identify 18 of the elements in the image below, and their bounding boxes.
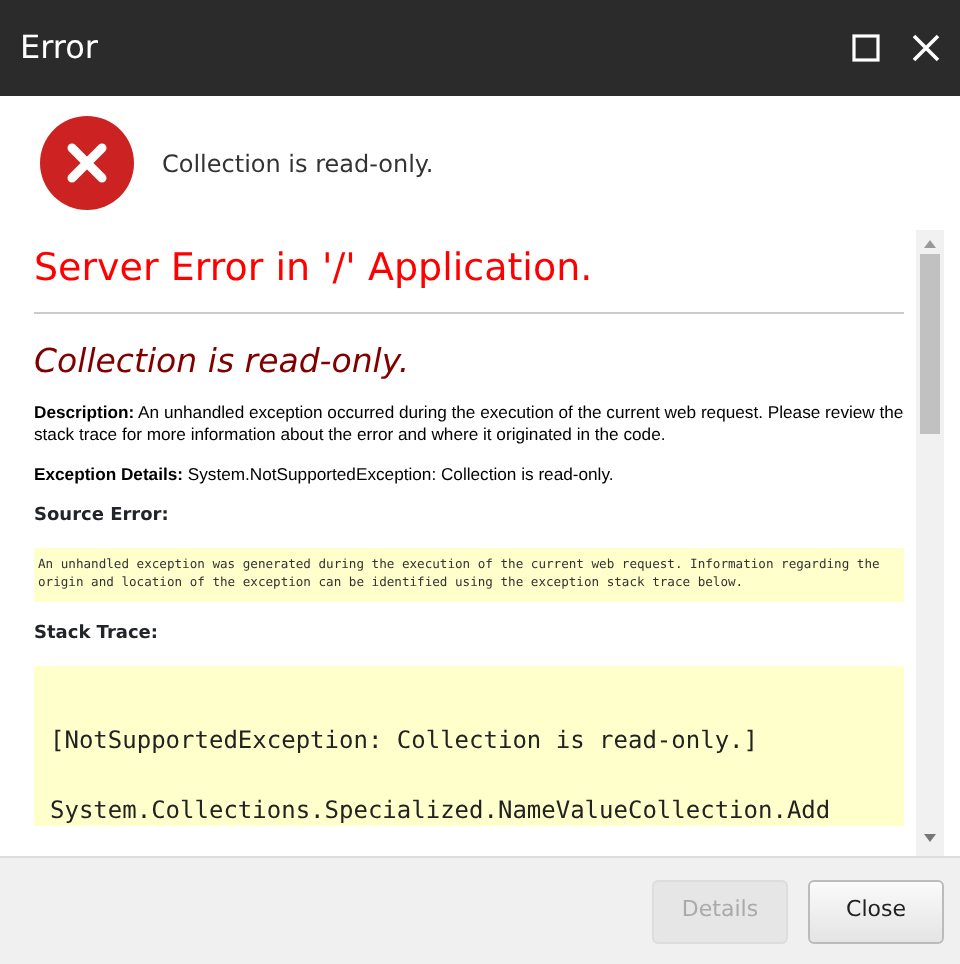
scrollbar[interactable]: [916, 230, 944, 856]
maximize-button[interactable]: [852, 34, 880, 62]
error-paragraph: Description: An unhandled exception occurred during the execution of the current web request. Please review the stack trace for more information about the error and where it originated in the code.: [34, 401, 904, 446]
stack-trace-line: System.Collections.Specialized.NameValueCollection.Add: [50, 793, 833, 826]
stack-trace-line: [NotSupportedException: Collection is read-only.]: [50, 723, 761, 758]
dialog-button[interactable]: Close: [808, 879, 944, 943]
error-title: Collection is read-only.: [34, 341, 412, 382]
scroll-thumb[interactable]: [920, 254, 940, 434]
error-icon: [40, 116, 134, 210]
scroll-down-icon[interactable]: [922, 832, 938, 844]
close-button[interactable]: [912, 34, 940, 62]
page-heading: Server Error in '/' Application.: [34, 246, 904, 314]
error-message: Collection is read-only.: [162, 147, 434, 181]
window-title: Error: [20, 26, 98, 70]
scroll-up-icon[interactable]: [922, 238, 938, 250]
section-label: Stack Trace:: [34, 622, 161, 649]
error-paragraph: Exception Details: System.NotSupportedException: Collection is read-only.: [34, 463, 616, 487]
section-label: Source Error:: [34, 504, 171, 531]
